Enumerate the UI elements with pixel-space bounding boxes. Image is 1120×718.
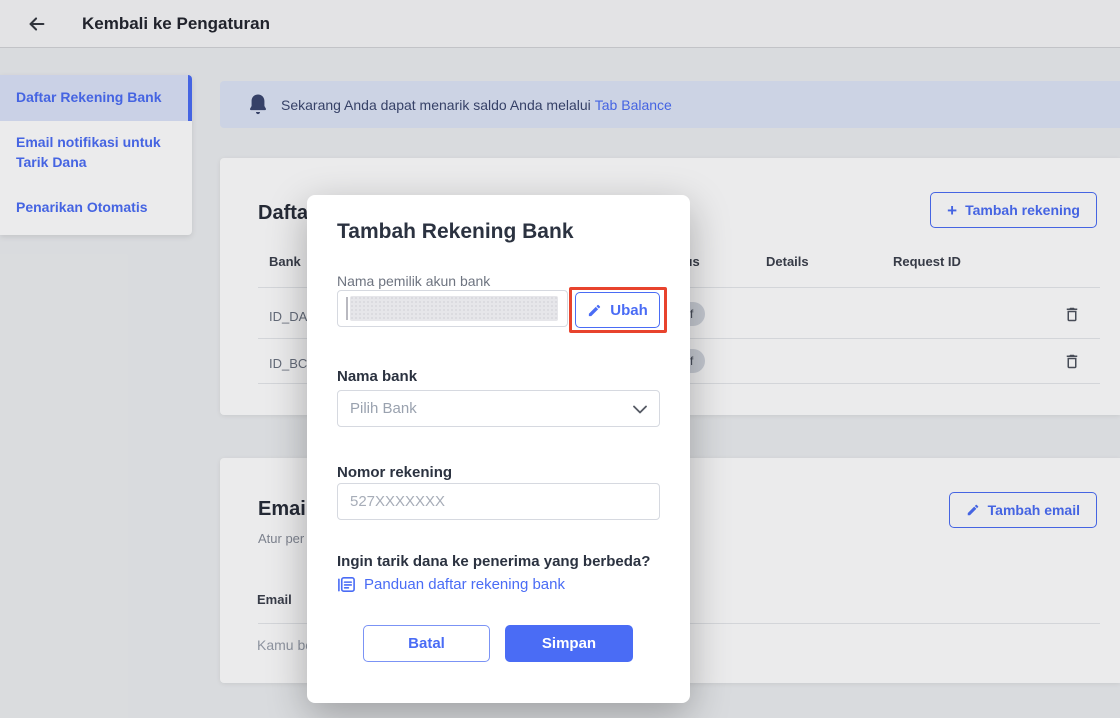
save-button[interactable]: Simpan bbox=[505, 625, 633, 662]
guide-link[interactable]: Panduan daftar rekening bank bbox=[337, 575, 565, 594]
chevron-down-icon bbox=[633, 405, 647, 414]
modal-title: Tambah Rekening Bank bbox=[337, 220, 574, 244]
owner-name-label: Nama pemilik akun bank bbox=[337, 273, 490, 289]
account-number-input[interactable] bbox=[337, 483, 660, 520]
bank-select-placeholder: Pilih Bank bbox=[350, 400, 417, 417]
bank-name-label: Nama bank bbox=[337, 368, 417, 385]
pencil-icon bbox=[587, 303, 602, 318]
bank-select[interactable]: Pilih Bank bbox=[337, 390, 660, 427]
text-cursor bbox=[346, 297, 348, 320]
add-bank-account-modal: Tambah Rekening Bank Nama pemilik akun b… bbox=[307, 195, 690, 703]
owner-name-input[interactable] bbox=[337, 290, 568, 327]
different-recipient-question: Ingin tarik dana ke penerima yang berbed… bbox=[337, 553, 650, 570]
ubah-button[interactable]: Ubah bbox=[575, 292, 660, 328]
redacted-value bbox=[350, 296, 558, 321]
guide-doc-icon bbox=[337, 575, 356, 594]
cancel-button[interactable]: Batal bbox=[363, 625, 490, 662]
account-number-label: Nomor rekening bbox=[337, 464, 452, 481]
